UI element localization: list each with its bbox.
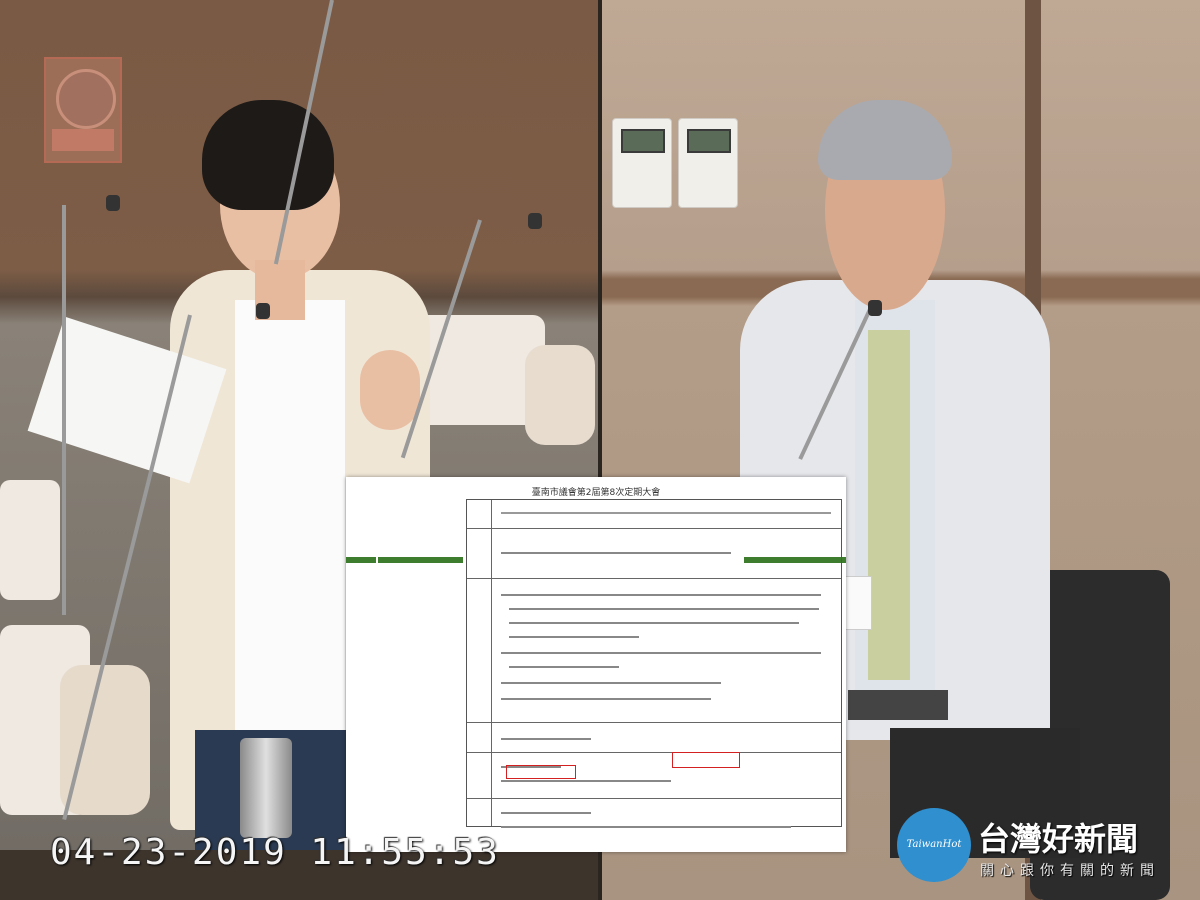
raised-hand [360, 350, 420, 430]
highlight-box [506, 765, 576, 779]
chair [0, 480, 60, 600]
microphone-stand [62, 205, 66, 615]
news-brand-name: 台灣好新聞 [978, 820, 1139, 858]
accent-bar [346, 557, 376, 563]
microphone-icon [106, 195, 120, 211]
highlight-box [672, 752, 740, 768]
video-timestamp: 04-23-2019 11:55:53 [50, 832, 500, 873]
thermostat-icon [678, 118, 738, 208]
microphone-icon [256, 303, 270, 319]
thermostat-icon [612, 118, 672, 208]
document-title: 臺南市議會第2屆第8次定期大會 [531, 488, 661, 498]
video-frame: 臺南市議會第2屆第8次定期大會 04-23-2019 11:55:53 Taiw… [0, 0, 1200, 900]
microphone-icon [868, 300, 882, 316]
news-brand-slogan: 關心跟你有關的新聞 [980, 863, 1160, 879]
taiwanhot-logo-icon: TaiwanHot [897, 808, 971, 882]
chair [60, 665, 150, 815]
chair [525, 345, 595, 445]
thermos [240, 738, 292, 838]
agenda-document: 臺南市議會第2屆第8次定期大會 [346, 477, 846, 852]
logo-circle-text: TaiwanHot [906, 839, 962, 850]
accent-bar [378, 557, 463, 563]
council-emblem-icon [44, 57, 122, 163]
microphone-icon [528, 213, 542, 229]
